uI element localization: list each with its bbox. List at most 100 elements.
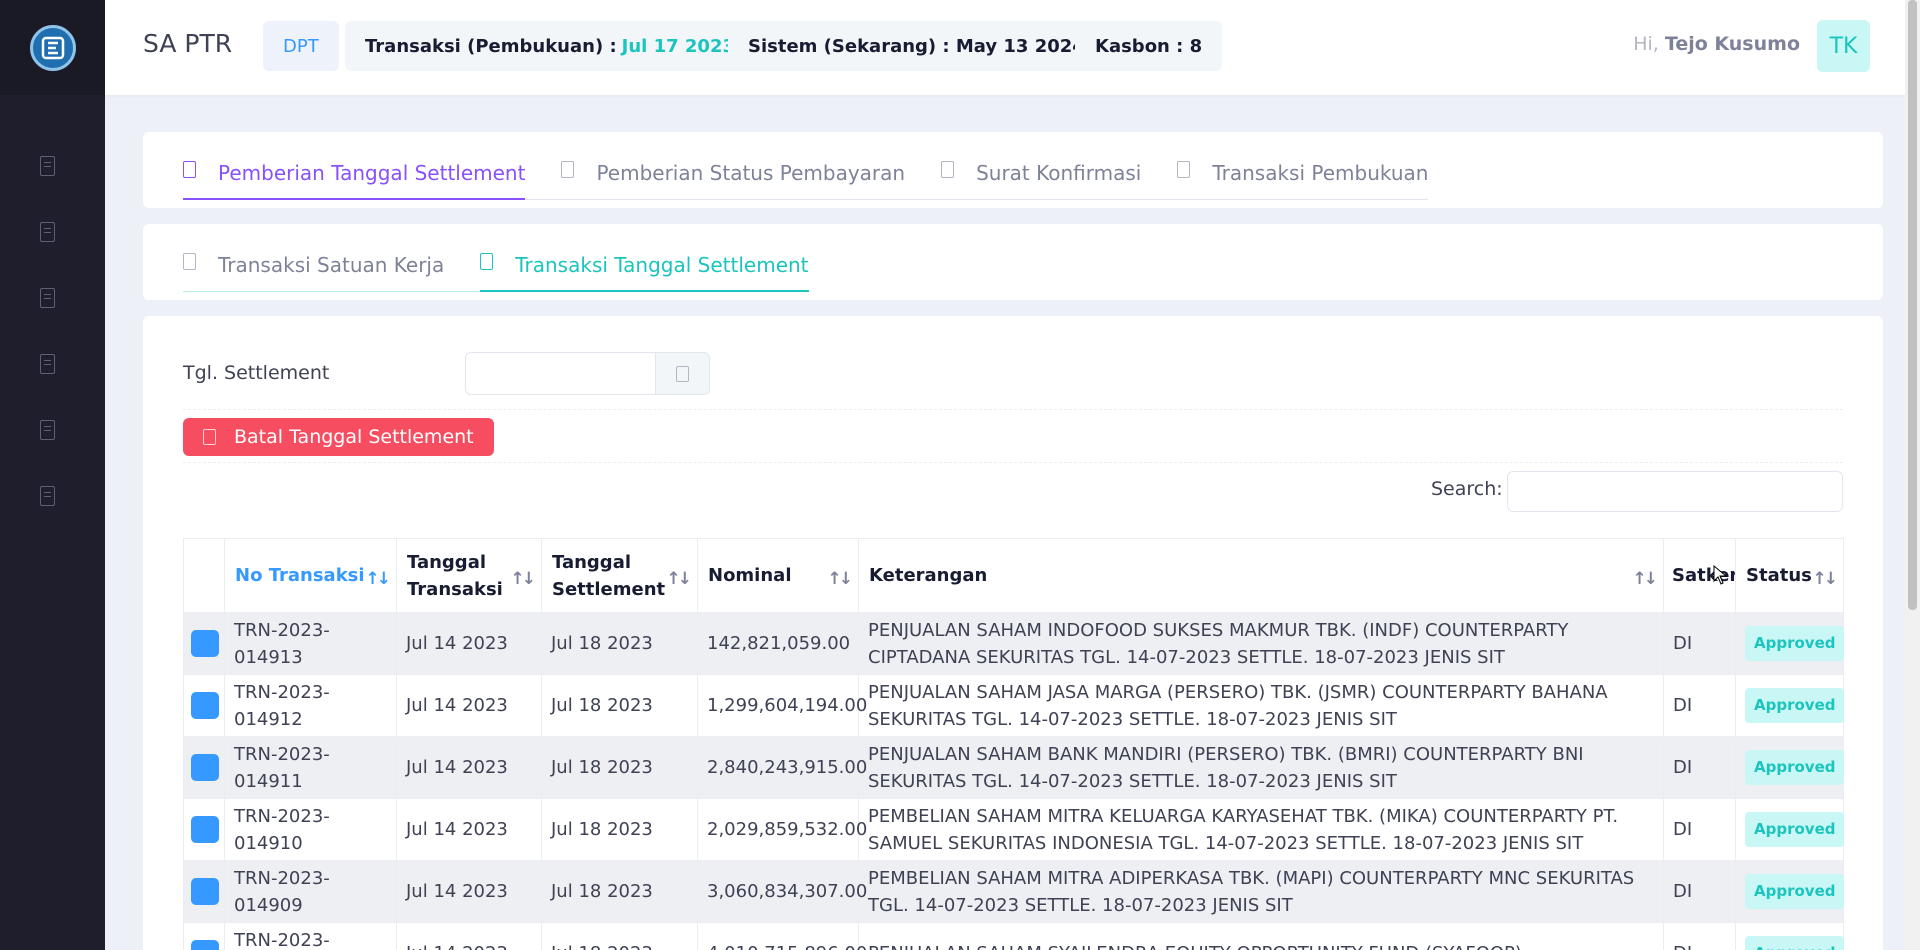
- row-checkbox[interactable]: [191, 940, 219, 950]
- sidebar-menu-icon[interactable]: [40, 288, 55, 308]
- nominal-cell: 1,299,604,194.00: [697, 674, 867, 737]
- page-scrollbar[interactable]: [1905, 0, 1920, 950]
- satker-cell: DI: [1663, 922, 1736, 950]
- keterangan-cell: PENJUALAN SAHAM BANK MANDIRI (PERSERO) T…: [858, 736, 1664, 799]
- row-checkbox[interactable]: [191, 878, 219, 905]
- calendar-icon: [676, 365, 689, 382]
- transaksi-date: Jul 17 2023: [621, 35, 736, 57]
- tanggal-settlement-cell: Jul 18 2023: [541, 860, 698, 923]
- table-row[interactable]: TRN-2023-014913 Jul 14 2023 Jul 18 2023 …: [183, 612, 1845, 675]
- nominal-cell: 2,029,859,532.00: [697, 798, 867, 861]
- status-badge: Approved: [1745, 750, 1845, 785]
- table-row[interactable]: TRN-2023-014912 Jul 14 2023 Jul 18 2023 …: [183, 674, 1845, 737]
- divider: [183, 462, 1843, 463]
- tab-label: Transaksi Pembukuan: [1212, 161, 1429, 185]
- tgl-settlement-input[interactable]: [465, 352, 655, 395]
- status-cell: Approved: [1735, 736, 1845, 799]
- batal-tanggal-settlement-button[interactable]: Batal Tanggal Settlement: [183, 418, 494, 456]
- tanggal-settlement-cell: Jul 18 2023: [541, 674, 698, 737]
- scrollbar-thumb[interactable]: [1908, 0, 1917, 610]
- table-row[interactable]: TRN-2023-014909 Jul 14 2023 Jul 18 2023 …: [183, 860, 1845, 923]
- tanggal-settlement-cell: Jul 18 2023: [541, 922, 698, 950]
- tanggal-settlement-cell: Jul 18 2023: [541, 736, 698, 799]
- col-no-transaksi[interactable]: No Transaksi ↑↓: [224, 538, 397, 613]
- tab-transaksi-tanggal-settlement[interactable]: Transaksi Tanggal Settlement: [480, 252, 809, 292]
- kasbon-info: Kasbon : 8: [1075, 21, 1223, 71]
- row-select-cell: [183, 612, 225, 675]
- table-row[interactable]: TRN-2023-014894 Jul 14 2023 Jul 18 2023 …: [183, 922, 1845, 950]
- col-keterangan[interactable]: Keterangan ↑↓: [858, 538, 1664, 613]
- calendar-button[interactable]: [655, 352, 710, 395]
- sidebar-menu-icon[interactable]: [40, 486, 55, 506]
- satker-cell: DI: [1663, 674, 1736, 737]
- table-row[interactable]: TRN-2023-014910 Jul 14 2023 Jul 18 2023 …: [183, 798, 1845, 861]
- row-checkbox[interactable]: [191, 754, 219, 781]
- tab-transaksi-pembukuan[interactable]: Transaksi Pembukuan: [1177, 160, 1429, 199]
- user-name: Tejo Kusumo: [1664, 33, 1800, 55]
- no-transaksi-cell: TRN-2023-014909: [224, 860, 397, 923]
- status-badge: Approved: [1745, 688, 1845, 723]
- status-badge: Approved: [1745, 812, 1845, 847]
- col-label: Settlement: [552, 578, 666, 600]
- tab-label: Pemberian Status Pembayaran: [596, 161, 906, 185]
- tab-label: Pemberian Tanggal Settlement: [218, 161, 526, 185]
- tanggal-transaksi-cell: Jul 14 2023: [396, 674, 542, 737]
- sidebar: [0, 0, 105, 950]
- col-label: Tanggal: [407, 551, 487, 573]
- col-nominal[interactable]: Nominal ↑↓: [697, 538, 859, 613]
- tab-pemberian-status-pembayaran[interactable]: Pemberian Status Pembayaran: [561, 160, 906, 199]
- app-logo-icon[interactable]: [29, 24, 76, 71]
- sidebar-menu-icon[interactable]: [40, 420, 55, 440]
- col-label: Nominal: [708, 565, 792, 586]
- status-cell: Approved: [1735, 798, 1845, 861]
- col-status[interactable]: Status ↑↓: [1735, 538, 1844, 613]
- tab-pemberian-tanggal-settlement[interactable]: Pemberian Tanggal Settlement: [183, 160, 526, 200]
- keterangan-cell: PENJUALAN SAHAM JASA MARGA (PERSERO) TBK…: [858, 674, 1664, 737]
- sub-tabs-card: Transaksi Satuan Kerja Transaksi Tanggal…: [143, 224, 1883, 300]
- sort-icon: ↑↓: [510, 569, 536, 589]
- nominal-cell: 4,010,715,896.00: [697, 922, 867, 950]
- row-select-cell: [183, 922, 225, 950]
- row-checkbox[interactable]: [191, 816, 219, 843]
- document-icon: [1177, 160, 1191, 178]
- tab-surat-konfirmasi[interactable]: Surat Konfirmasi: [941, 160, 1142, 199]
- row-select-cell: [183, 860, 225, 923]
- row-checkbox[interactable]: [191, 692, 219, 719]
- col-tanggal-settlement[interactable]: Tanggal Settlement ↑↓: [541, 538, 698, 613]
- user-avatar[interactable]: TK: [1817, 20, 1870, 72]
- sistem-date-info: Sistem (Sekarang) : May 13 2024: [728, 21, 1105, 71]
- row-select-cell: [183, 736, 225, 799]
- sidebar-menu-icon[interactable]: [40, 354, 55, 374]
- search-input[interactable]: [1507, 471, 1843, 512]
- sidebar-menu-icon[interactable]: [40, 222, 55, 242]
- document-icon: [480, 252, 494, 270]
- brand[interactable]: [0, 0, 105, 95]
- sidebar-menu-icon[interactable]: [40, 156, 55, 176]
- row-checkbox[interactable]: [191, 630, 219, 657]
- col-label: Transaksi: [407, 578, 503, 600]
- settlement-table: No Transaksi ↑↓ Tanggal Transaksi ↑↓ Tan…: [183, 538, 1845, 950]
- row-select-cell: [183, 674, 225, 737]
- status-badge: Approved: [1745, 936, 1845, 950]
- dpt-badge: DPT: [263, 21, 339, 71]
- col-label: Keterangan: [869, 565, 988, 586]
- mouse-cursor-icon: [1713, 565, 1728, 585]
- keterangan-cell: PENJUALAN SAHAM INDOFOOD SUKSES MAKMUR T…: [858, 612, 1664, 675]
- tab-label: Surat Konfirmasi: [976, 161, 1142, 185]
- col-label: Status: [1746, 565, 1812, 586]
- document-icon: [183, 160, 196, 178]
- tanggal-settlement-cell: Jul 18 2023: [541, 612, 698, 675]
- col-tanggal-transaksi[interactable]: Tanggal Transaksi ↑↓: [396, 538, 542, 613]
- status-cell: Approved: [1735, 674, 1845, 737]
- tanggal-transaksi-cell: Jul 14 2023: [396, 860, 542, 923]
- no-transaksi-cell: TRN-2023-014894: [224, 922, 397, 950]
- nominal-cell: 142,821,059.00: [697, 612, 859, 675]
- document-icon: [183, 252, 196, 270]
- satker-cell: DI: [1663, 736, 1736, 799]
- keterangan-cell: PEMBELIAN SAHAM MITRA ADIPERKASA TBK. (M…: [858, 860, 1664, 923]
- tab-transaksi-satuan-kerja[interactable]: Transaksi Satuan Kerja: [183, 252, 444, 291]
- table-row[interactable]: TRN-2023-014911 Jul 14 2023 Jul 18 2023 …: [183, 736, 1845, 799]
- tanggal-settlement-cell: Jul 18 2023: [541, 798, 698, 861]
- main-tabs: Pemberian Tanggal Settlement Pemberian S…: [183, 160, 1429, 200]
- tanggal-transaksi-cell: Jul 14 2023: [396, 736, 542, 799]
